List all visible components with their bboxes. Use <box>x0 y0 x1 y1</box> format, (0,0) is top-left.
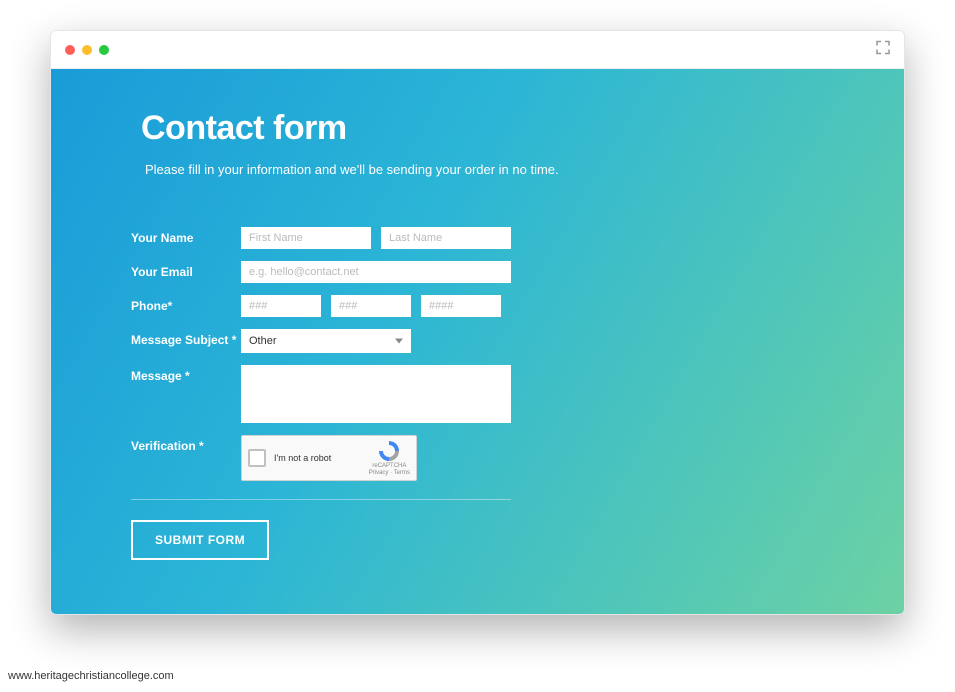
close-icon[interactable] <box>65 45 75 55</box>
recaptcha-label: I'm not a robot <box>274 453 361 463</box>
maximize-icon[interactable] <box>99 45 109 55</box>
subject-select-wrap: Other <box>241 329 411 353</box>
page-subtitle: Please fill in your information and we'l… <box>145 162 824 177</box>
recaptcha-legal: Privacy · Terms <box>369 470 410 477</box>
watermark-text: www.heritagechristiancollege.com <box>8 670 174 682</box>
window-titlebar <box>51 31 904 69</box>
row-message: Message * <box>131 365 824 423</box>
minimize-icon[interactable] <box>82 45 92 55</box>
label-phone: Phone* <box>131 295 241 313</box>
email-input[interactable] <box>241 261 511 283</box>
recaptcha-brand: reCAPTCHA <box>372 463 406 470</box>
expand-icon[interactable] <box>876 40 890 59</box>
recaptcha-widget[interactable]: I'm not a robot reCAPTCHA Privacy · Term… <box>241 435 417 481</box>
form-panel: Contact form Please fill in your informa… <box>51 69 904 614</box>
row-phone: Phone* <box>131 295 824 317</box>
row-subject: Message Subject * Other <box>131 329 824 353</box>
recaptcha-checkbox[interactable] <box>248 449 266 467</box>
phone-part3-input[interactable] <box>421 295 501 317</box>
page-title: Contact form <box>141 109 824 148</box>
row-email: Your Email <box>131 261 824 283</box>
divider <box>131 499 511 500</box>
phone-part2-input[interactable] <box>331 295 411 317</box>
subject-select[interactable]: Other <box>241 329 411 353</box>
label-verification: Verification * <box>131 435 241 453</box>
window-controls <box>65 45 109 55</box>
submit-button[interactable]: SUBMIT FORM <box>131 520 269 560</box>
row-verification: Verification * I'm not a robot reCAPTCHA… <box>131 435 824 481</box>
browser-window: Contact form Please fill in your informa… <box>50 30 905 615</box>
phone-part1-input[interactable] <box>241 295 321 317</box>
label-name: Your Name <box>131 227 241 245</box>
label-message: Message * <box>131 365 241 383</box>
recaptcha-badge: reCAPTCHA Privacy · Terms <box>369 439 410 476</box>
label-subject: Message Subject * <box>131 329 241 347</box>
row-name: Your Name <box>131 227 824 249</box>
last-name-input[interactable] <box>381 227 511 249</box>
message-textarea[interactable] <box>241 365 511 423</box>
label-email: Your Email <box>131 261 241 279</box>
first-name-input[interactable] <box>241 227 371 249</box>
recaptcha-icon <box>377 439 401 463</box>
